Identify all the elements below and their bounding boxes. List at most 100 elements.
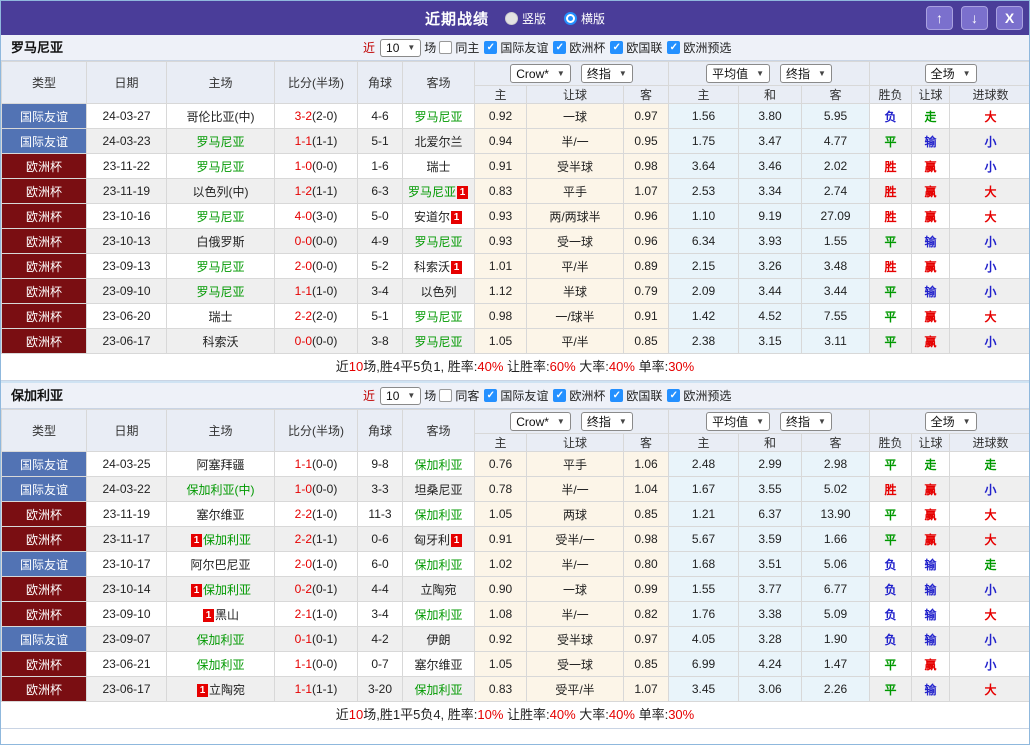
fulltime-score: 1-1 [294,657,312,671]
away-odds: 0.98 [622,153,670,179]
match-count-select[interactable]: 10 ▼ [380,386,422,405]
league-friendly-label[interactable]: 国际友谊 [500,39,548,56]
col-header-avg-home: 主 [668,85,740,104]
close-button[interactable]: X [996,6,1023,30]
league-type-badge: 欧洲杯 [1,526,87,552]
fulltime-score: 2-2 [294,507,312,521]
away-odds: 0.85 [622,501,670,527]
red-card-badge: 1 [190,533,202,547]
radio-selected-icon[interactable] [564,11,577,25]
section-bulgaria: 保加利亚 近 10 ▼ 场 同客 ✓ 国际友谊 ✓ 欧洲杯 ✓ 欧国联 ✓ 欧洲… [1,381,1029,729]
handicap-odds: 一/球半 [526,303,624,329]
summary-segment: 大率: [575,359,609,374]
scroll-up-button[interactable]: ↑ [926,6,953,30]
avg-home-odds: 3.45 [668,676,740,702]
match-date: 23-10-16 [86,203,167,229]
league-eurocup-checkbox[interactable]: ✓ [553,41,567,54]
league-eurocup-label[interactable]: 欧洲杯 [569,39,605,56]
away-odds: 0.97 [622,626,670,652]
col-header-corner: 角球 [357,61,403,104]
corner-score: 3-4 [357,601,403,627]
match-row: 国际友谊 24-03-25 阿塞拜疆 1-1(0-0) 9-8 保加利亚 0.76 平手 1.0… [1,451,1029,477]
result-wdl-label: 平 [884,457,897,472]
scope-select[interactable]: 全场 ▼ [924,64,977,83]
summary-segment: 40% [477,359,504,374]
league-eurocup-label[interactable]: 欧洲杯 [569,387,605,404]
result-handicap: 输 [911,601,951,627]
result-wdl: 负 [869,551,913,577]
match-date: 23-09-07 [86,626,167,652]
result-wdl-label: 负 [884,557,897,572]
odds-provider-select[interactable]: Crow* ▼ [510,64,571,83]
league-friendly-checkbox[interactable]: ✓ [484,389,498,402]
away-odds: 0.80 [622,551,670,577]
result-handicap: 输 [911,551,951,577]
close-icon: X [1004,10,1015,26]
handicap-odds: 一球 [526,576,624,602]
match-score: 1-2(1-1) [274,178,358,204]
league-euroqual-checkbox[interactable]: ✓ [667,41,681,54]
league-euroqual-label[interactable]: 欧洲预选 [683,387,731,404]
corner-score: 9-8 [357,451,403,477]
league-type-badge: 国际友谊 [1,551,87,577]
halftime-score: (2-0) [312,109,338,123]
avg-provider-select[interactable]: 平均值 ▼ [706,412,771,431]
same-venue-label[interactable]: 同客 [455,387,479,404]
radio-unselected-icon[interactable] [504,11,518,25]
match-count-select[interactable]: 10 ▼ [380,38,422,57]
home-team: 科索沃 [166,328,275,354]
result-handicap-label: 输 [924,284,937,299]
result-wdl: 胜 [869,178,913,204]
home-odds: 0.90 [474,576,527,602]
team-label: 黑山 [214,607,239,622]
handicap-odds: 一球 [526,103,624,129]
league-eurocup-checkbox[interactable]: ✓ [553,389,567,402]
down-arrow-icon: ↓ [971,10,978,26]
league-euroqual-checkbox[interactable]: ✓ [667,389,681,402]
away-team: 保加利亚 [402,551,475,577]
league-friendly-label[interactable]: 国际友谊 [500,387,548,404]
radio-vertical-mode[interactable]: 竖版 [504,10,546,27]
result-wdl-label: 平 [884,532,897,547]
league-nationsleague-checkbox[interactable]: ✓ [610,41,624,54]
halftime-score: (1-1) [312,134,338,148]
halftime-score: (3-0) [312,209,338,223]
same-venue-checkbox[interactable] [439,41,453,54]
scope-select[interactable]: 全场 ▼ [924,412,977,431]
league-nationsleague-label[interactable]: 欧国联 [626,387,662,404]
same-venue-label[interactable]: 同主 [455,39,479,56]
league-nationsleague-checkbox[interactable]: ✓ [610,389,624,402]
match-score: 1-1(1-1) [274,128,358,154]
odds-provider-select[interactable]: Crow* ▼ [510,412,571,431]
summary-segment: 近 [335,359,349,374]
result-wdl: 平 [869,278,913,304]
team-label: 罗马尼亚 [414,334,463,349]
league-euroqual-label[interactable]: 欧洲预选 [683,39,731,56]
corner-score: 3-8 [357,328,403,354]
odds-final-select[interactable]: 终指 ▼ [580,64,633,83]
avg-provider-select[interactable]: 平均值 ▼ [706,64,771,83]
col-header-home: 主场 [166,61,275,104]
avg-select-cell: 平均值 ▼ 终指 ▼ [668,61,871,86]
same-venue-checkbox[interactable] [439,389,453,402]
home-odds: 0.92 [474,103,527,129]
panel-title: 近期战绩 [424,10,489,28]
home-team: 瑞士 [166,303,275,329]
odds-final-select[interactable]: 终指 ▼ [580,412,633,431]
halftime-score: (1-0) [312,284,338,298]
league-friendly-checkbox[interactable]: ✓ [484,41,498,54]
avg-draw-odds: 3.47 [738,128,803,154]
match-score: 4-0(3-0) [274,203,358,229]
scroll-down-button[interactable]: ↓ [961,6,988,30]
radio-vertical-label[interactable]: 竖版 [522,10,546,27]
chevron-down-icon: ▼ [407,391,416,400]
radio-horizontal-mode[interactable]: 横版 [564,10,605,27]
handicap-odds: 平/半 [526,253,624,279]
radio-horizontal-label[interactable]: 横版 [581,10,605,27]
halftime-score: (0-1) [312,582,338,596]
team-label: 罗马尼亚 [407,184,456,199]
avg-final-select[interactable]: 终指 ▼ [780,64,832,83]
odds-select-cell: Crow* ▼ 终指 ▼ [473,61,670,86]
league-nationsleague-label[interactable]: 欧国联 [626,39,662,56]
avg-final-select[interactable]: 终指 ▼ [780,412,832,431]
